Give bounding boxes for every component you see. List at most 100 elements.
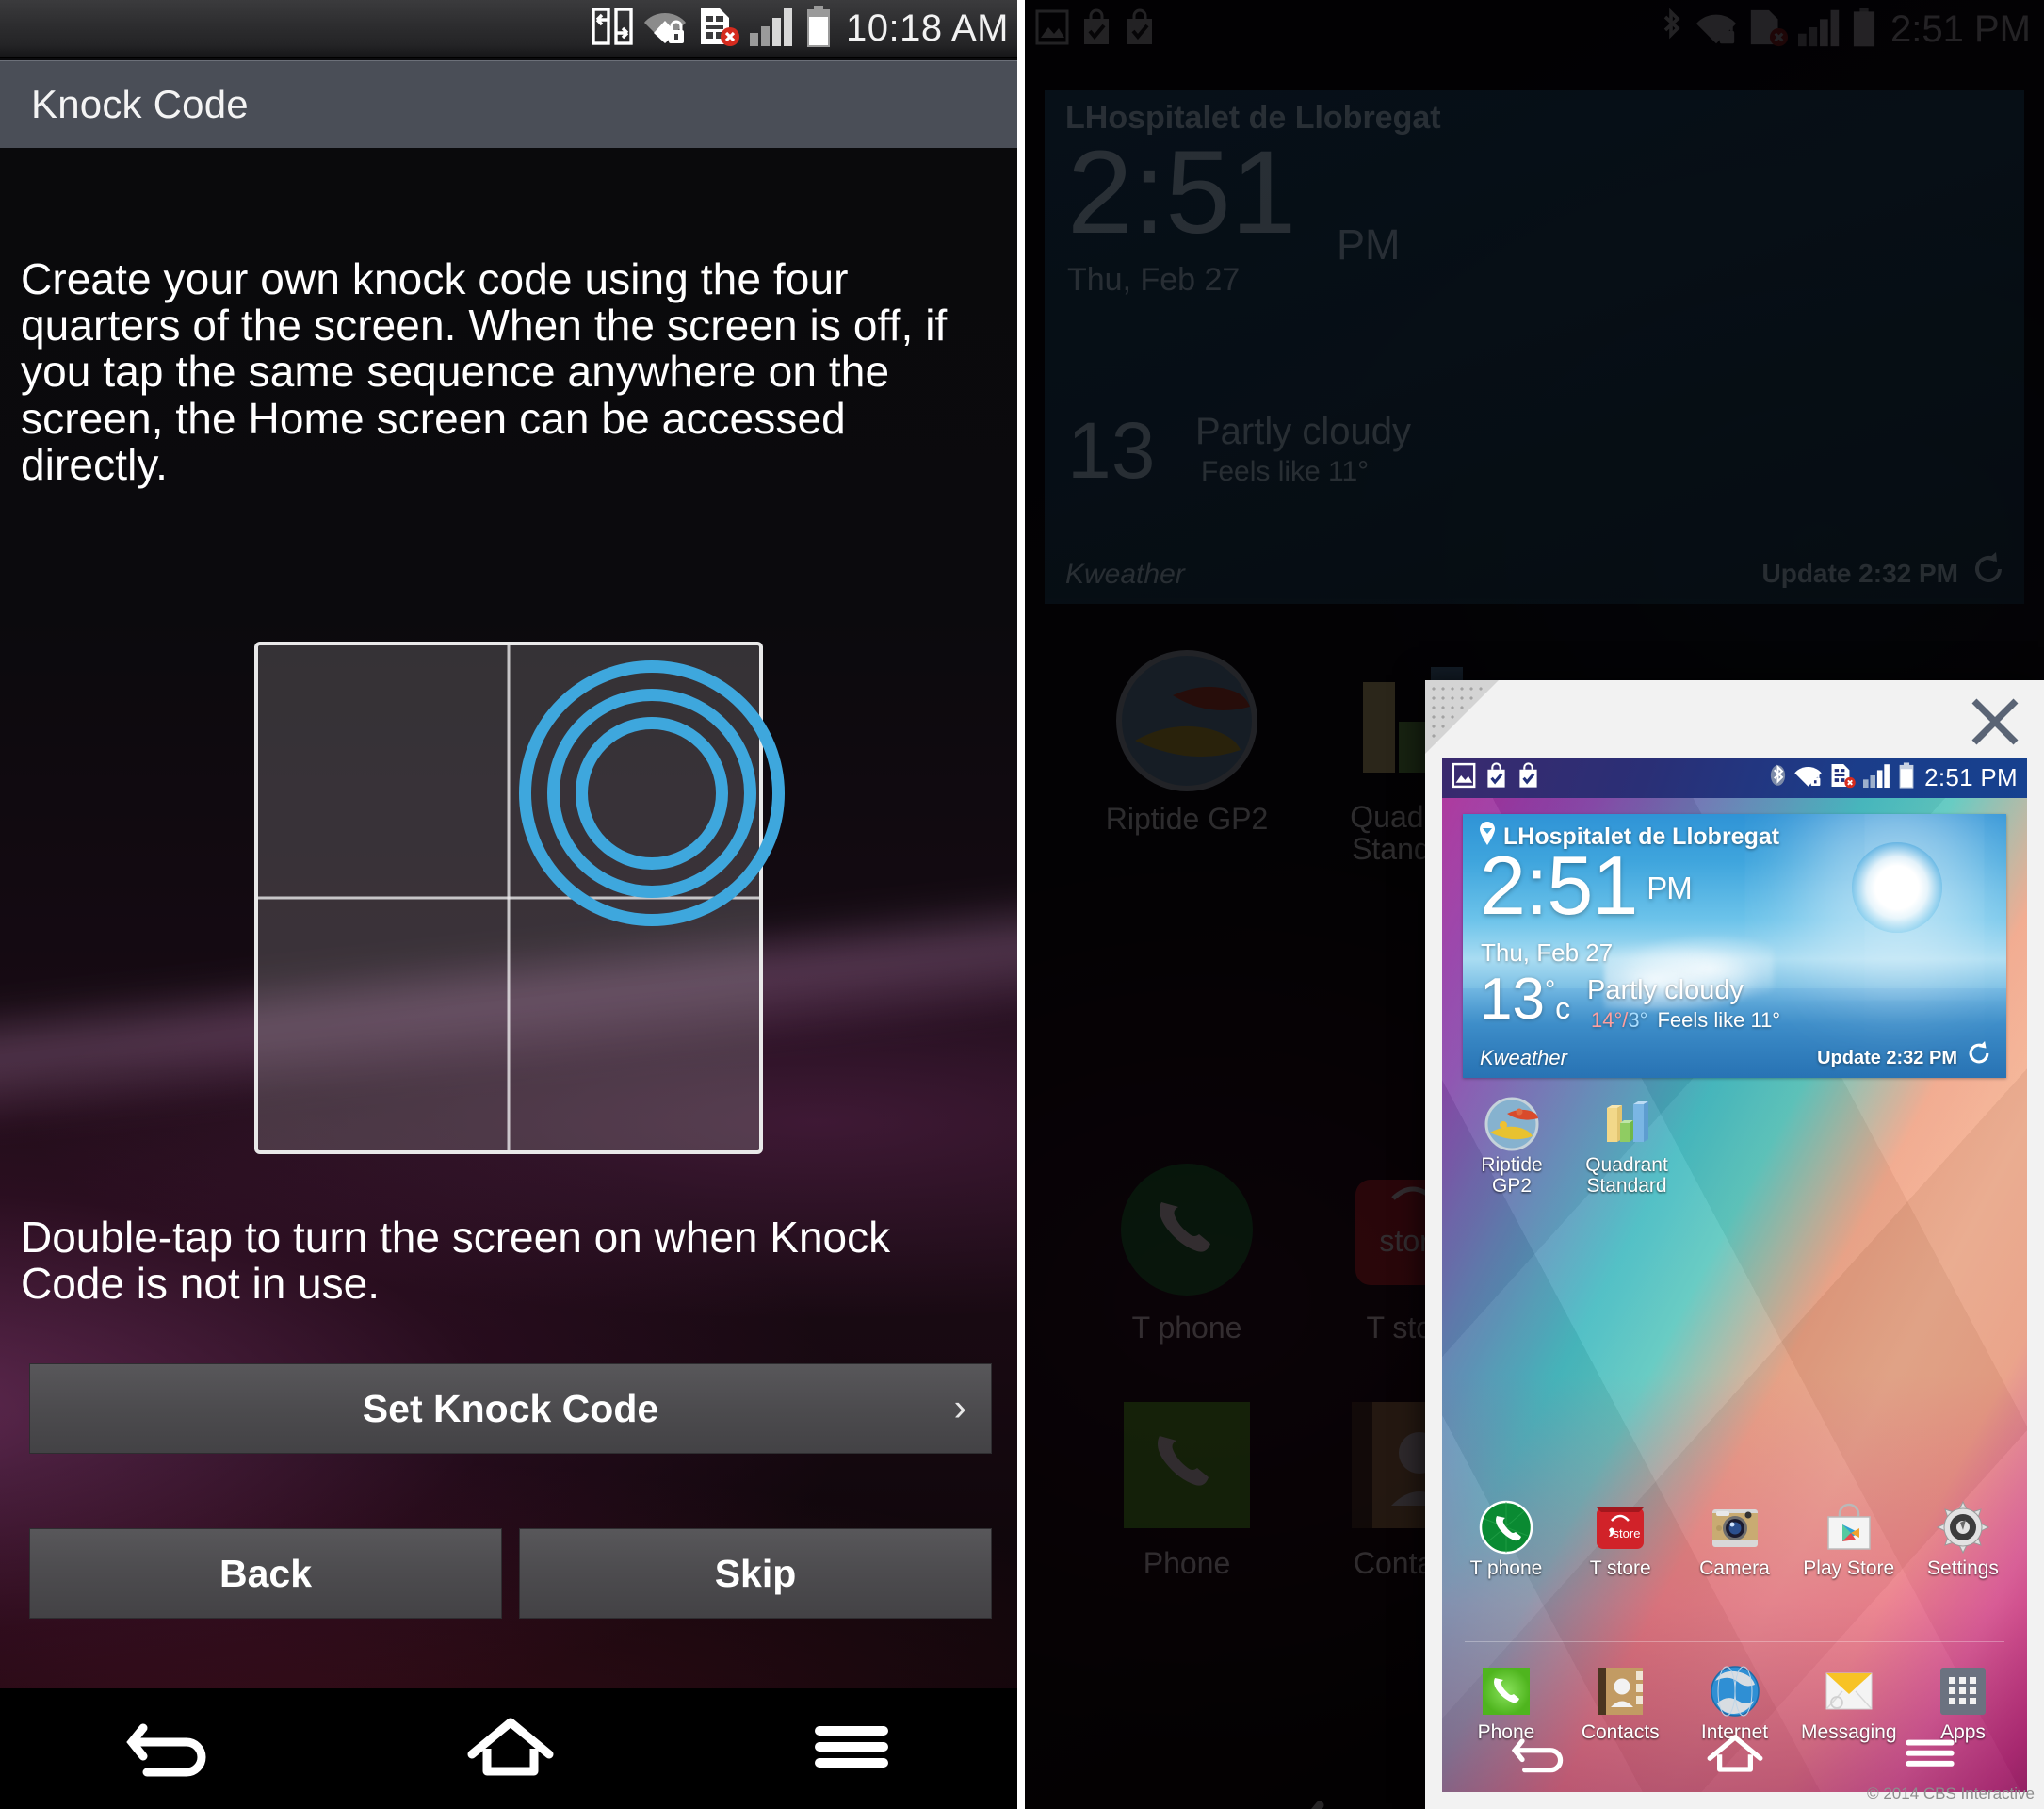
menu-icon[interactable] xyxy=(1896,1731,1964,1781)
back-button[interactable]: Back xyxy=(29,1528,502,1619)
right-weather-temp: 13 xyxy=(1067,406,1156,495)
app-t-store[interactable]: store T store xyxy=(1573,1500,1667,1579)
menu-icon[interactable] xyxy=(800,1713,903,1785)
weather-clock: 2:51 PM xyxy=(1480,844,1693,927)
home-icon[interactable] xyxy=(459,1713,562,1785)
left-phone-screen: 10:18 AM Knock Code Create your own knoc… xyxy=(0,0,1022,1809)
weather-condition: Partly cloudy xyxy=(1587,975,1744,1005)
left-status-bar: 10:18 AM xyxy=(0,0,1022,58)
tap-ripple-indicator xyxy=(518,660,785,927)
right-app-label: Riptide GP2 xyxy=(1105,802,1269,836)
right-weather-brand: Kweather xyxy=(1065,559,1185,590)
wifi-locked-icon xyxy=(1793,762,1823,793)
phone-icon xyxy=(1479,1664,1533,1719)
sim-error-icon xyxy=(697,7,740,51)
right-weather-date: Thu, Feb 27 xyxy=(1067,262,1241,298)
chevron-right-icon: › xyxy=(953,1387,966,1429)
left-content: Create your own knock code using the fou… xyxy=(0,148,1022,1809)
popup-apps-row-main: T phone store T store Camera Play Store … xyxy=(1459,1500,2010,1579)
knock-code-grid[interactable] xyxy=(254,642,785,1154)
weather-brand: Kweather xyxy=(1480,1046,1567,1069)
popup-status-left-icons xyxy=(1452,762,1540,793)
battery-icon xyxy=(806,5,831,52)
weather-update-time: Update 2:32 PM xyxy=(1817,1048,1957,1068)
app-play-store[interactable]: Play Store xyxy=(1802,1500,1896,1579)
weather-temp-unit: c xyxy=(1555,991,1571,1025)
bag-check-icon xyxy=(1484,762,1508,793)
refresh-icon[interactable] xyxy=(1965,1039,1993,1072)
wifi-locked-icon xyxy=(1695,8,1738,51)
t-store-icon: store xyxy=(1593,1500,1647,1555)
home-icon[interactable] xyxy=(1701,1731,1769,1781)
right-dock-phone[interactable]: Phone xyxy=(1079,1394,1295,1581)
bluetooth-icon xyxy=(1657,8,1685,52)
popup-apps-row-top: Riptide GP2 Quadrant Standard xyxy=(1465,1097,1674,1198)
weather-clock-ampm: PM xyxy=(1647,871,1692,905)
bag-check-icon xyxy=(1080,8,1112,51)
popup-status-time: 2:51 PM xyxy=(1924,763,2018,791)
app-t-phone[interactable]: T phone xyxy=(1459,1500,1553,1579)
app-label: Play Store xyxy=(1803,1557,1895,1579)
app-settings[interactable]: Settings xyxy=(1916,1500,2010,1579)
internet-globe-icon xyxy=(1708,1664,1762,1719)
t-phone-icon xyxy=(1479,1500,1533,1555)
weather-sun-graphic xyxy=(1852,842,1942,933)
gallery-icon xyxy=(1035,8,1069,51)
wifi-locked-icon xyxy=(642,8,688,50)
svg-text:store: store xyxy=(1614,1526,1641,1540)
popup-navigation-bar xyxy=(1442,1719,2027,1792)
signal-bars-icon xyxy=(749,7,797,51)
sim-error-icon xyxy=(1747,8,1789,52)
app-riptide-gp2[interactable]: Riptide GP2 xyxy=(1465,1097,1559,1198)
apps-grid-icon xyxy=(1936,1664,1990,1719)
weather-highlow-row: 14°/3° Feels like 11° xyxy=(1591,1008,1780,1033)
right-weather-ampm: PM xyxy=(1337,220,1401,269)
app-label: Camera xyxy=(1699,1557,1770,1579)
quadrant-standard-icon xyxy=(1599,1097,1654,1151)
screenshot-stage: 10:18 AM Knock Code Create your own knoc… xyxy=(0,0,2044,1809)
weather-feels-like: Feels like 11° xyxy=(1657,1008,1781,1032)
back-icon[interactable] xyxy=(1506,1731,1574,1781)
weather-low: 3° xyxy=(1628,1008,1648,1032)
screenshot-popup-window[interactable]: 2:51 PM LHospitalet de Llobregat 2:51PM xyxy=(1425,680,2044,1809)
messaging-envelope-icon xyxy=(1822,1664,1876,1719)
set-knock-code-button[interactable]: Set Knock Code › xyxy=(29,1363,992,1454)
knock-code-description: Create your own knock code using the fou… xyxy=(21,254,948,489)
gallery-icon xyxy=(1452,762,1476,793)
skip-button-label: Skip xyxy=(714,1551,797,1595)
signal-bars-icon xyxy=(1863,762,1892,793)
right-dock-label: Phone xyxy=(1143,1546,1231,1580)
right-app-riptide[interactable]: Riptide GP2 xyxy=(1079,650,1295,837)
left-button-row: Back Skip xyxy=(29,1528,992,1619)
signal-bars-icon xyxy=(1798,8,1843,52)
skip-button[interactable]: Skip xyxy=(519,1528,992,1619)
close-icon[interactable] xyxy=(1967,693,2023,750)
weather-temperature: 13°c xyxy=(1480,970,1570,1029)
back-icon[interactable] xyxy=(1295,1790,1399,1809)
app-camera[interactable]: Camera xyxy=(1688,1500,1782,1579)
popup-status-bar: 2:51 PM xyxy=(1442,758,2027,798)
back-icon[interactable] xyxy=(119,1713,222,1785)
left-status-time: 10:18 AM xyxy=(845,7,1009,49)
copyright-notice: © 2014 CBS Interactive xyxy=(1867,1785,2035,1802)
right-status-left-icons xyxy=(1035,8,1156,51)
bag-check-icon xyxy=(1517,762,1540,793)
bluetooth-icon xyxy=(1769,762,1787,793)
refresh-icon[interactable] xyxy=(1968,548,2009,595)
left-title-bar: Knock Code xyxy=(0,60,1022,148)
weather-date: Thu, Feb 27 xyxy=(1481,938,1614,967)
app-label: T phone xyxy=(1469,1557,1543,1579)
contacts-icon xyxy=(1593,1664,1647,1719)
right-weather-widget[interactable]: LHospitalet de Llobregat 2:51 PM Thu, Fe… xyxy=(1045,90,2024,604)
bag-check-icon xyxy=(1124,8,1156,51)
right-app-t-phone[interactable]: T phone xyxy=(1079,1159,1295,1345)
knock-code-subtext: Double-tap to turn the screen on when Kn… xyxy=(21,1213,891,1309)
sim-error-icon xyxy=(1829,762,1857,793)
app-quadrant-standard[interactable]: Quadrant Standard xyxy=(1580,1097,1674,1198)
screen-share-icon xyxy=(592,7,633,50)
app-label: Quadrant Standard xyxy=(1585,1154,1668,1198)
set-knock-code-label: Set Knock Code xyxy=(362,1386,659,1430)
popup-weather-widget[interactable]: LHospitalet de Llobregat 2:51 PM Thu, Feb… xyxy=(1463,814,2006,1078)
ripple-ring-inner xyxy=(575,717,728,871)
right-app-label: T phone xyxy=(1131,1311,1242,1345)
